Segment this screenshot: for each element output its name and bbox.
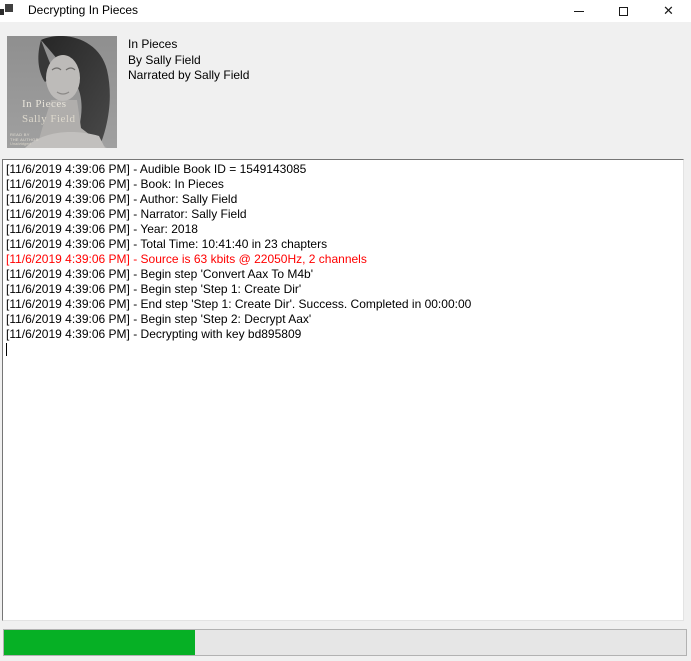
log-line: [11/6/2019 4:39:06 PM] - Book: In Pieces [6, 177, 680, 192]
app-window: Decrypting In Pieces ✕ [0, 0, 691, 661]
text-caret [6, 343, 7, 356]
maximize-icon [619, 7, 628, 16]
cover-author-text: Sally Field [22, 113, 75, 125]
log-line: [11/6/2019 4:39:06 PM] - Total Time: 10:… [6, 237, 680, 252]
log-textbox[interactable]: [11/6/2019 4:39:06 PM] - Audible Book ID… [2, 159, 684, 621]
progress-fill [4, 630, 195, 655]
log-line: [11/6/2019 4:39:06 PM] - Author: Sally F… [6, 192, 680, 207]
cover-title-text: In Pieces [22, 98, 67, 110]
window-controls: ✕ [556, 0, 691, 22]
log-line: [11/6/2019 4:39:06 PM] - End step 'Step … [6, 297, 680, 312]
progress-bar [3, 629, 687, 656]
cover-edition-text: Unabridged [10, 141, 31, 146]
app-icon [0, 3, 16, 19]
log-line: [11/6/2019 4:39:06 PM] - Begin step 'Ste… [6, 282, 680, 297]
app-icon-square-small [0, 9, 4, 15]
book-narrator: Narrated by Sally Field [128, 68, 249, 84]
log-line: [11/6/2019 4:39:06 PM] - Audible Book ID… [6, 162, 680, 177]
log-line: [11/6/2019 4:39:06 PM] - Begin step 'Ste… [6, 312, 680, 327]
log-line: [11/6/2019 4:39:06 PM] - Year: 2018 [6, 222, 680, 237]
minimize-button[interactable] [556, 0, 601, 22]
book-info: In Pieces By Sally Field Narrated by Sal… [128, 37, 249, 84]
close-button[interactable]: ✕ [646, 0, 691, 22]
window-title: Decrypting In Pieces [28, 0, 138, 22]
log-line: [11/6/2019 4:39:06 PM] - Begin step 'Con… [6, 267, 680, 282]
log-line: [11/6/2019 4:39:06 PM] - Source is 63 kb… [6, 252, 680, 267]
book-cover-image: In Pieces Sally Field READ BY THE AUTHOR… [7, 36, 117, 148]
book-title: In Pieces [128, 37, 249, 53]
log-line: [11/6/2019 4:39:06 PM] - Narrator: Sally… [6, 207, 680, 222]
maximize-button[interactable] [601, 0, 646, 22]
minimize-icon [574, 11, 584, 12]
titlebar: Decrypting In Pieces ✕ [0, 0, 691, 22]
book-author: By Sally Field [128, 53, 249, 69]
app-icon-square-large [5, 4, 13, 12]
log-line: [11/6/2019 4:39:06 PM] - Decrypting with… [6, 327, 680, 342]
close-icon: ✕ [663, 5, 674, 18]
